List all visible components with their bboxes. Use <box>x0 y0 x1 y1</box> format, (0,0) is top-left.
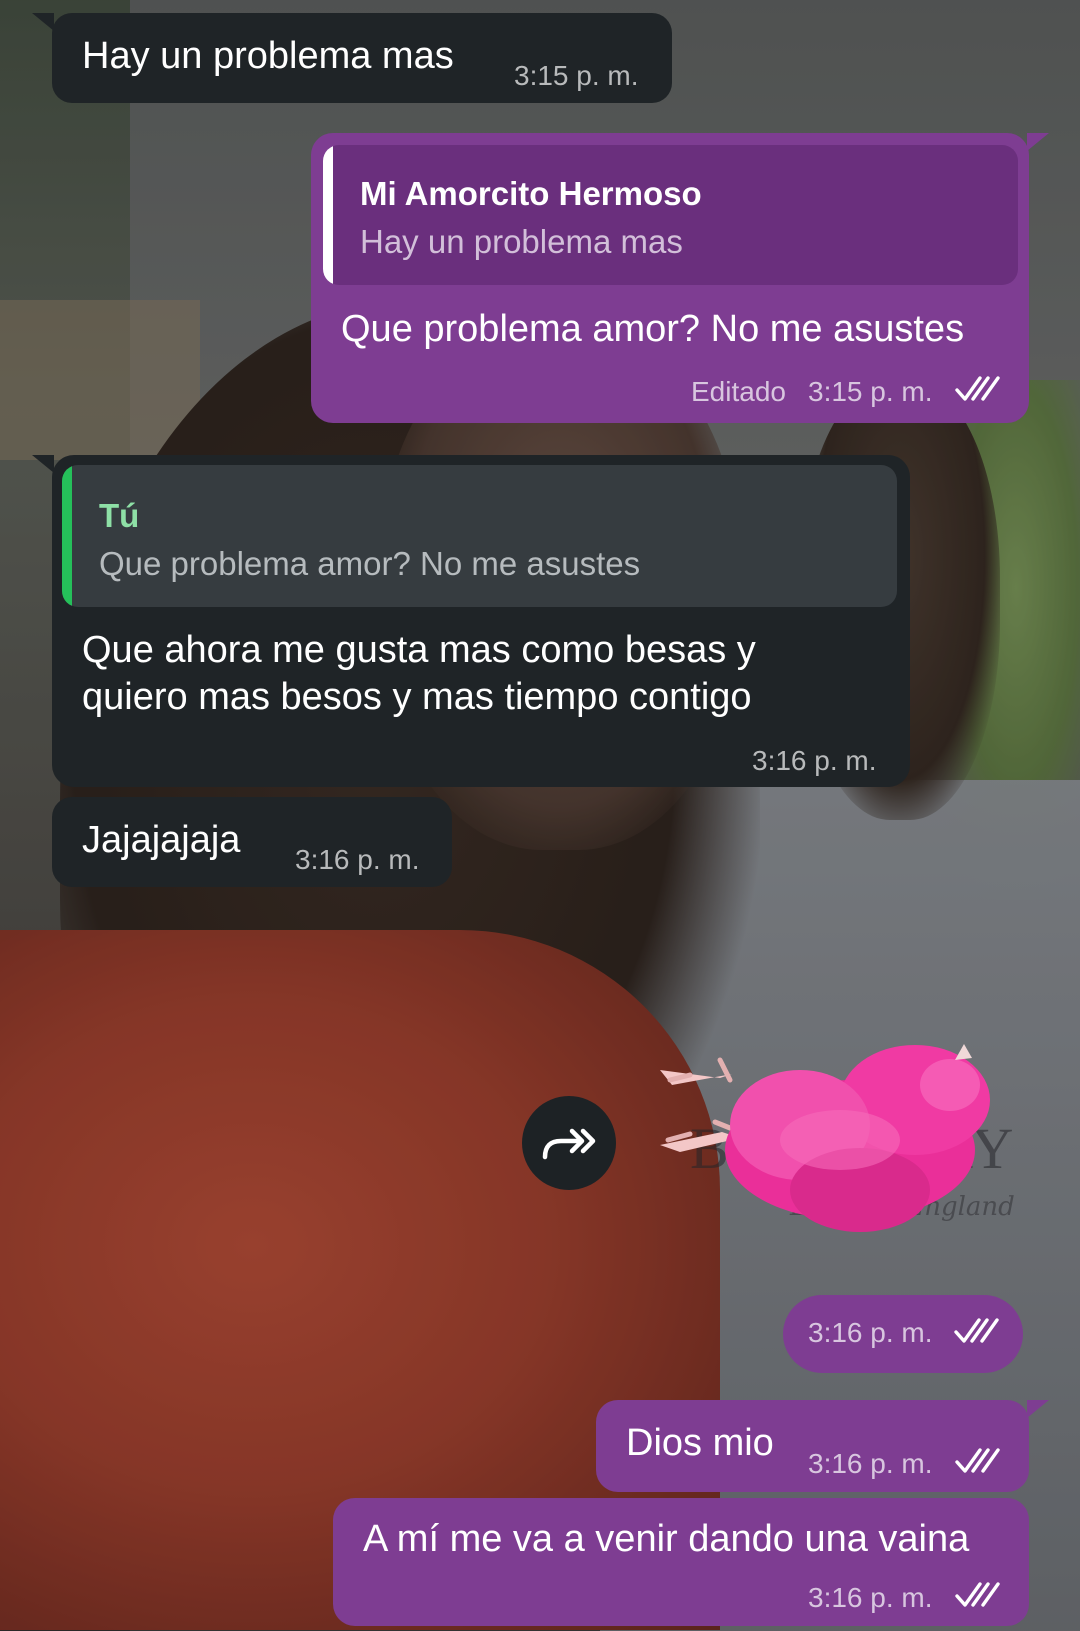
reply-quote-author: Mi Amorcito Hermoso <box>360 175 702 212</box>
reply-quote-bar <box>323 145 333 285</box>
message-bubble-incoming[interactable]: Hay un problema mas 3:15 p. m. <box>32 13 672 103</box>
message-bubble-outgoing[interactable]: Mi Amorcito Hermoso Hay un problema mas … <box>311 133 1049 423</box>
reply-quote-text: Hay un problema mas <box>360 223 683 260</box>
message-time: 3:15 p. m. <box>514 60 639 91</box>
message-text: Hay un problema mas <box>82 35 454 77</box>
message-time: 3:15 p. m. <box>808 376 933 407</box>
double-check-icon <box>955 376 1000 401</box>
reply-quote-author: Tú <box>99 497 140 534</box>
reply-quote-bar <box>62 465 72 607</box>
message-bubble-incoming[interactable]: Tú Que problema amor? No me asustes Que … <box>32 455 910 787</box>
reply-quote-text: Que problema amor? No me asustes <box>99 545 641 582</box>
forward-icon <box>542 1128 596 1160</box>
double-check-icon <box>955 1582 1000 1607</box>
message-time: 3:16 p. m. <box>808 1582 933 1613</box>
message-time: 3:16 p. m. <box>808 1448 933 1479</box>
reply-quote[interactable]: Tú Que problema amor? No me asustes <box>62 465 897 607</box>
message-text: Dios mio <box>626 1422 774 1464</box>
message-text-line: quiero mas besos y mas tiempo contigo <box>82 676 752 718</box>
message-time: 3:16 p. m. <box>295 844 420 875</box>
message-bubble-outgoing[interactable]: Dios mio 3:16 p. m. <box>596 1400 1049 1492</box>
message-text: Que problema amor? No me asustes <box>341 308 965 350</box>
message-bubble-outgoing[interactable]: A mí me va a venir dando una vaina 3:16 … <box>333 1498 1029 1626</box>
pink-chick-sticker[interactable] <box>660 1030 1020 1250</box>
message-time: 3:16 p. m. <box>808 1317 933 1348</box>
message-text: A mí me va a venir dando una vaina <box>363 1518 970 1560</box>
message-text: Jajajajaja <box>82 819 241 861</box>
message-text-line: Que ahora me gusta mas como besas y <box>82 629 756 671</box>
reply-quote[interactable]: Mi Amorcito Hermoso Hay un problema mas <box>323 145 1018 285</box>
double-check-icon <box>955 1448 1000 1473</box>
double-check-icon <box>954 1318 999 1343</box>
edited-label: Editado <box>691 376 786 407</box>
message-time: 3:16 p. m. <box>752 745 877 776</box>
message-bubble-incoming[interactable]: Jajajajaja 3:16 p. m. <box>52 797 452 887</box>
message-timestamp-pill: 3:16 p. m. <box>783 1295 1023 1373</box>
forward-button[interactable] <box>522 1096 616 1190</box>
